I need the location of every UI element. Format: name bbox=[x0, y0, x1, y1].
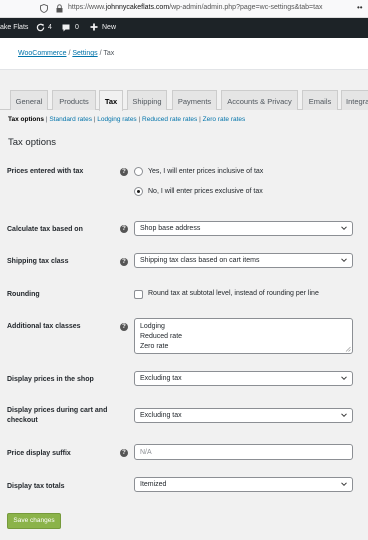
plus-icon[interactable] bbox=[90, 23, 98, 31]
textarea-line: Reduced rate bbox=[140, 333, 183, 340]
settings-tabs: General Products Tax Shipping Payments A… bbox=[0, 90, 368, 111]
display-tax-totals-value: Itemized bbox=[140, 481, 167, 488]
breadcrumb-woocommerce[interactable]: WooCommerce bbox=[18, 50, 67, 57]
display-prices-cart-value: Excluding tax bbox=[140, 412, 182, 419]
site-name-link[interactable]: ake Flats bbox=[0, 24, 28, 31]
subnav-standard-rates[interactable]: Standard rates bbox=[49, 116, 92, 123]
subnav-lodging-rates[interactable]: Lodging rates bbox=[97, 116, 136, 123]
subnav-separator: | bbox=[199, 116, 201, 123]
tab-tax[interactable]: Tax bbox=[99, 90, 123, 111]
subnav-separator: | bbox=[93, 116, 96, 123]
display-prices-shop-select[interactable]: Excluding tax bbox=[134, 371, 353, 386]
display-prices-cart-select[interactable]: Excluding tax bbox=[134, 408, 353, 423]
new-link[interactable]: New bbox=[102, 24, 116, 31]
breadcrumb: WooCommerce / Settings / Tax bbox=[18, 50, 114, 57]
chevron-down-icon bbox=[341, 258, 347, 263]
rounding-checkbox-label[interactable]: Round tax at subtotal level, instead of … bbox=[148, 290, 319, 297]
help-icon: ? bbox=[120, 258, 128, 266]
tab-accounts-privacy[interactable]: Accounts & Privacy bbox=[221, 90, 298, 110]
rounding-checkbox[interactable] bbox=[134, 290, 143, 299]
help-icon: ? bbox=[120, 449, 128, 457]
textarea-line: Lodging bbox=[140, 323, 165, 330]
radio-prices-exclusive[interactable] bbox=[134, 187, 143, 196]
price-suffix-label: Price display suffix bbox=[7, 450, 71, 457]
tab-integration[interactable]: Integration bbox=[341, 90, 368, 110]
radio-prices-exclusive-label[interactable]: No, I will enter prices exclusive of tax bbox=[148, 188, 263, 195]
shipping-tax-class-select[interactable]: Shipping tax class based on cart items bbox=[134, 253, 353, 268]
resize-handle-icon[interactable] bbox=[345, 346, 351, 352]
price-suffix-input[interactable]: N/A bbox=[134, 444, 353, 460]
comments-icon[interactable] bbox=[62, 24, 70, 32]
tab-payments[interactable]: Payments bbox=[172, 90, 217, 110]
url-text[interactable]: https://www.johnnycakeflats.com/wp-admin… bbox=[68, 4, 322, 11]
subnav-separator: | bbox=[45, 116, 48, 123]
comments-count: 0 bbox=[75, 24, 79, 31]
tax-subnav: Tax options | Standard rates | Lodging r… bbox=[8, 116, 245, 123]
additional-tax-classes-textarea[interactable]: Lodging Reduced rate Zero rate bbox=[134, 318, 353, 354]
tab-emails[interactable]: Emails bbox=[302, 90, 338, 110]
help-icon: ? bbox=[120, 323, 128, 331]
section-title: Tax options bbox=[8, 137, 57, 148]
url-domain: johnnycakeflats.com bbox=[105, 4, 170, 11]
chevron-down-icon bbox=[341, 376, 347, 381]
prices-entered-label: Prices entered with tax bbox=[7, 168, 84, 175]
display-prices-cart-label: Display prices during cart and checkout bbox=[7, 407, 108, 424]
radio-prices-inclusive[interactable] bbox=[134, 167, 143, 176]
radio-prices-inclusive-label[interactable]: Yes, I will enter prices inclusive of ta… bbox=[148, 168, 263, 175]
url-prefix: https://www. bbox=[68, 4, 106, 11]
page-header: WooCommerce / Settings / Tax bbox=[0, 38, 368, 70]
calculate-tax-value: Shop base address bbox=[140, 225, 201, 232]
chevron-down-icon bbox=[341, 482, 347, 487]
tab-general[interactable]: General bbox=[10, 90, 48, 110]
page-actions-icon[interactable]: •• bbox=[357, 3, 363, 12]
help-icon: ? bbox=[120, 225, 128, 233]
browser-url-bar[interactable]: https://www.johnnycakeflats.com/wp-admin… bbox=[0, 0, 368, 18]
lock-icon bbox=[56, 4, 63, 13]
display-prices-shop-label: Display prices in the shop bbox=[7, 376, 94, 383]
shield-icon bbox=[40, 4, 48, 13]
shipping-tax-class-value: Shipping tax class based on cart items bbox=[140, 257, 260, 264]
additional-tax-classes-label: Additional tax classes bbox=[7, 323, 81, 330]
breadcrumb-separator: / bbox=[99, 50, 102, 57]
breadcrumb-current: Tax bbox=[103, 50, 115, 57]
breadcrumb-settings[interactable]: Settings bbox=[72, 50, 97, 57]
admin-bar: ake Flats 4 0 New bbox=[0, 18, 368, 38]
tab-shipping[interactable]: Shipping bbox=[127, 90, 167, 110]
subnav-reduced-rate-rates[interactable]: Reduced rate rates bbox=[142, 116, 197, 123]
chevron-down-icon bbox=[341, 226, 347, 231]
updates-count: 4 bbox=[48, 24, 52, 31]
breadcrumb-separator: / bbox=[68, 50, 71, 57]
subnav-separator: | bbox=[138, 116, 141, 123]
shipping-tax-class-label: Shipping tax class bbox=[7, 258, 69, 265]
rounding-label: Rounding bbox=[7, 291, 40, 298]
display-prices-shop-value: Excluding tax bbox=[140, 375, 182, 382]
calculate-tax-select[interactable]: Shop base address bbox=[134, 221, 353, 236]
updates-icon[interactable] bbox=[36, 23, 45, 32]
display-tax-totals-label: Display tax totals bbox=[7, 483, 65, 490]
save-changes-button[interactable]: Save changes bbox=[7, 513, 61, 529]
tab-products[interactable]: Products bbox=[52, 90, 96, 110]
display-tax-totals-select[interactable]: Itemized bbox=[134, 477, 353, 492]
subnav-tax-options[interactable]: Tax options bbox=[8, 116, 44, 123]
url-path: /wp-admin/admin.php?page=wc-settings&tab… bbox=[169, 4, 323, 11]
chevron-down-icon bbox=[341, 413, 347, 418]
calculate-tax-label: Calculate tax based on bbox=[7, 226, 83, 233]
subnav-zero-rate-rates[interactable]: Zero rate rates bbox=[203, 116, 246, 123]
help-icon: ? bbox=[120, 168, 128, 176]
textarea-line: Zero rate bbox=[140, 343, 169, 350]
